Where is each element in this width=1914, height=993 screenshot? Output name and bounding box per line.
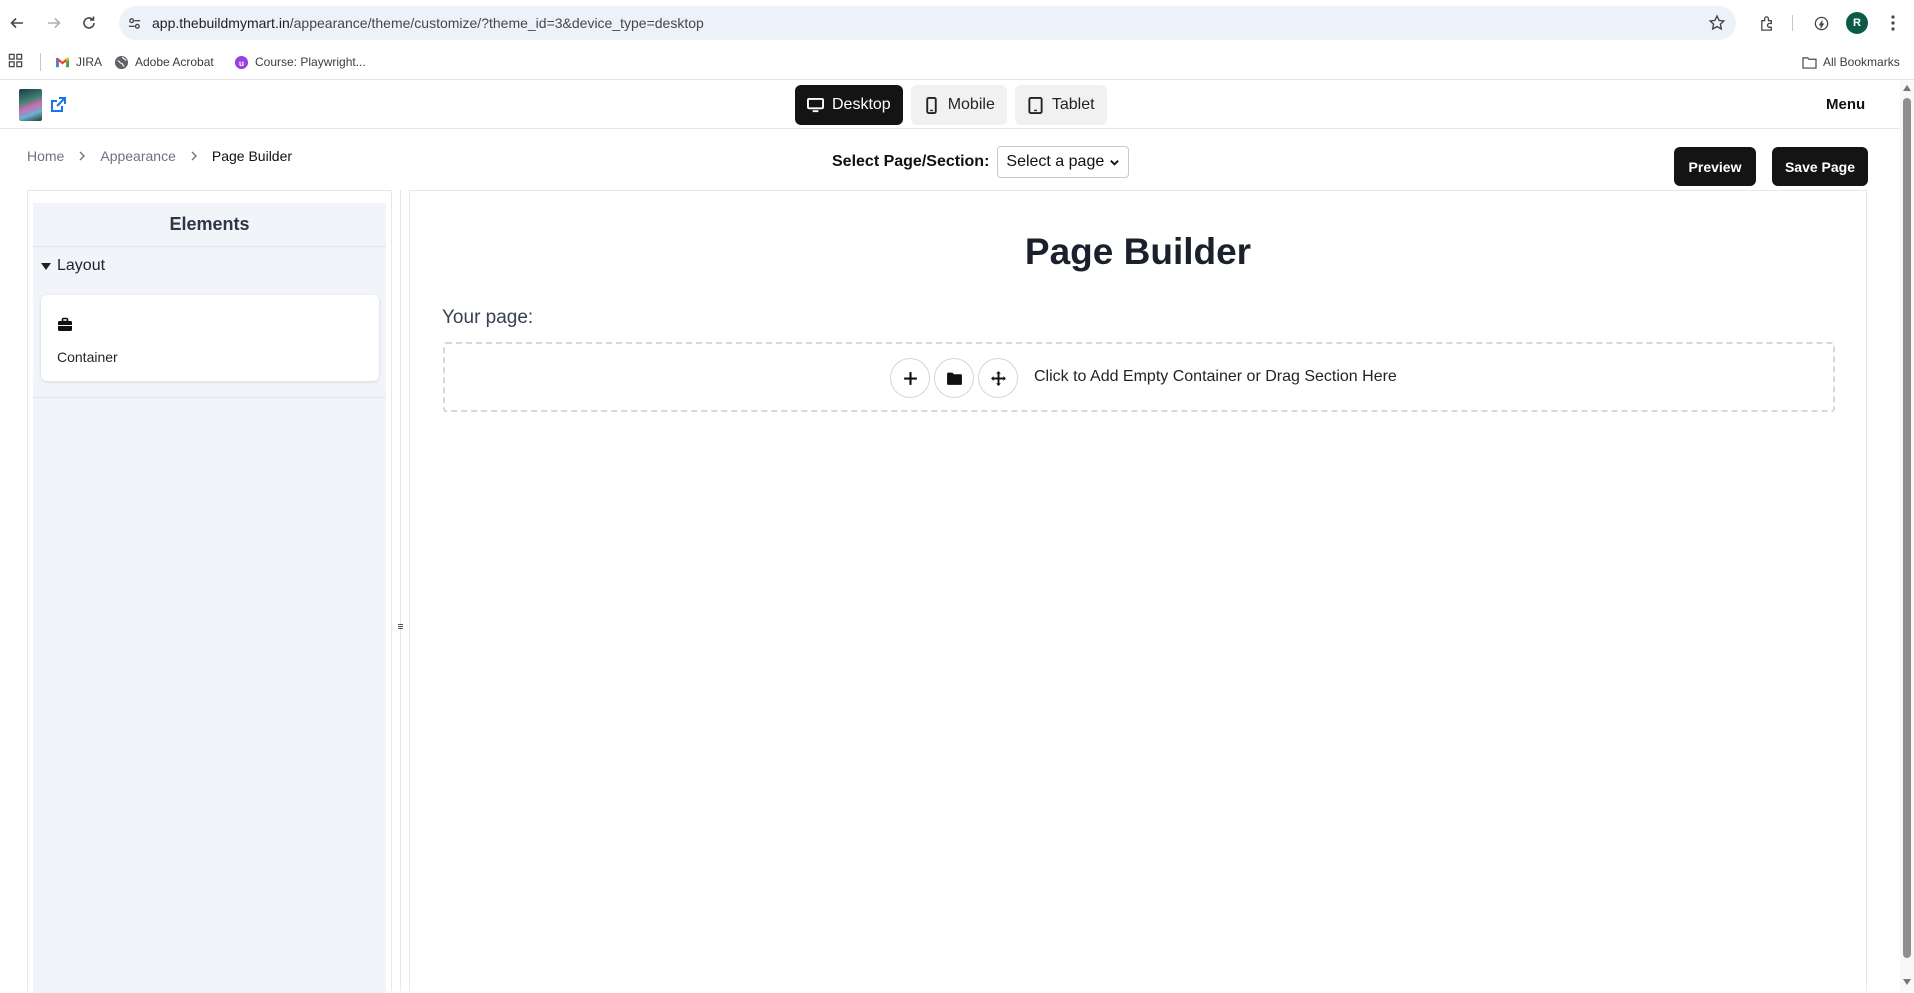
- bookmark-jira[interactable]: JIRA: [54, 54, 102, 70]
- scroll-down-icon[interactable]: [1903, 979, 1911, 985]
- gmail-icon: [54, 54, 70, 70]
- select-page-label: Select Page/Section:: [832, 153, 990, 170]
- scroll-up-icon[interactable]: [1903, 85, 1911, 91]
- folder-icon: [946, 372, 962, 385]
- course-icon: u: [233, 54, 249, 70]
- group-layout-toggle[interactable]: Layout: [41, 257, 105, 275]
- profile-avatar[interactable]: R: [1846, 12, 1868, 34]
- preview-button[interactable]: Preview: [1674, 147, 1756, 186]
- open-section-library-button[interactable]: [934, 358, 974, 398]
- desktop-icon: [807, 97, 824, 112]
- address-bar[interactable]: app.thebuildmymart.in/appearance/theme/c…: [119, 6, 1736, 40]
- arrow-left-icon: [10, 17, 23, 29]
- elements-title: Elements: [33, 203, 386, 247]
- device-tabs: Desktop Mobile Tablet: [795, 85, 1107, 125]
- builder-canvas: Page Builder Your page: Click to Add Emp…: [409, 190, 1867, 991]
- plus-icon: [903, 371, 917, 385]
- move-arrows-icon: [990, 370, 1006, 386]
- tab-tablet[interactable]: Tablet: [1014, 85, 1107, 125]
- breadcrumb-home[interactable]: Home: [27, 148, 64, 164]
- bookmarks-divider: [40, 53, 41, 71]
- page-select-dropdown[interactable]: Select a page: [997, 146, 1130, 178]
- forward-button[interactable]: [43, 12, 65, 34]
- bookmark-star-icon[interactable]: [1708, 14, 1726, 32]
- breadcrumb-appearance[interactable]: Appearance: [100, 148, 176, 164]
- resize-handle[interactable]: [396, 619, 404, 633]
- save-page-button[interactable]: Save Page: [1772, 147, 1868, 186]
- briefcase-icon: [58, 317, 72, 331]
- elements-sidebar: Elements Layout Container: [27, 190, 392, 993]
- extensions-icon[interactable]: [1756, 12, 1778, 34]
- url-text: app.thebuildmymart.in/appearance/theme/c…: [152, 15, 704, 31]
- menu-button[interactable]: Menu: [1826, 96, 1865, 113]
- all-bookmarks[interactable]: All Bookmarks: [1801, 54, 1900, 70]
- site-settings-icon[interactable]: [125, 14, 143, 32]
- scroll-thumb[interactable]: [1903, 98, 1911, 958]
- chevron-down-icon: [1110, 159, 1120, 166]
- add-container-button[interactable]: [890, 358, 930, 398]
- element-container-label: Container: [57, 349, 118, 365]
- back-button[interactable]: [6, 12, 28, 34]
- element-container[interactable]: Container: [41, 295, 379, 381]
- your-page-label: Your page:: [442, 307, 534, 328]
- mobile-icon: [926, 96, 937, 114]
- page-section-selector: Select Page/Section: Select a page: [832, 146, 1130, 178]
- chevron-right-icon: [188, 150, 200, 162]
- section-drop-zone[interactable]: Click to Add Empty Container or Drag Sec…: [443, 342, 1835, 412]
- reload-icon: [83, 16, 95, 29]
- sidebar-divider: [33, 397, 386, 398]
- store-logo[interactable]: [19, 89, 42, 121]
- more-vertical-icon[interactable]: [1882, 12, 1904, 34]
- apps-grid-icon[interactable]: [8, 53, 23, 68]
- tablet-icon: [1028, 96, 1043, 114]
- bookmark-course-playwright[interactable]: u Course: Playwright...: [233, 54, 366, 70]
- elements-panel: Elements Layout Container: [33, 203, 386, 993]
- page-title: Page Builder: [1024, 231, 1252, 272]
- tab-mobile[interactable]: Mobile: [910, 85, 1007, 125]
- bookmark-adobe-acrobat[interactable]: Adobe Acrobat: [113, 54, 214, 70]
- caret-down-icon: [41, 262, 51, 270]
- browser-toolbar: app.thebuildmymart.in/appearance/theme/c…: [0, 0, 1914, 45]
- grip-icon: [397, 623, 403, 630]
- toolbar-divider: [1792, 15, 1793, 31]
- drop-zone-text: Click to Add Empty Container or Drag Sec…: [1034, 368, 1397, 385]
- folder-outline-icon: [1801, 54, 1817, 70]
- external-link-icon[interactable]: [48, 95, 68, 115]
- page-scrollbar[interactable]: [1900, 81, 1914, 991]
- chevron-right-icon: [76, 150, 88, 162]
- drag-section-handle[interactable]: [978, 358, 1018, 398]
- globe-icon: [113, 54, 129, 70]
- breadcrumb: Home Appearance Page Builder: [27, 148, 292, 164]
- tab-desktop[interactable]: Desktop: [795, 85, 903, 125]
- breadcrumb-page-builder: Page Builder: [211, 148, 293, 164]
- bookmarks-bar: JIRA Adobe Acrobat u Course: Playwright.…: [0, 45, 1914, 80]
- performance-icon[interactable]: [1810, 12, 1832, 34]
- reload-button[interactable]: [78, 12, 100, 34]
- panel-divider: [400, 190, 401, 991]
- svg-text:u: u: [238, 57, 243, 67]
- arrow-right-icon: [48, 17, 61, 29]
- app-header: Desktop Mobile Tablet Menu: [0, 81, 1900, 129]
